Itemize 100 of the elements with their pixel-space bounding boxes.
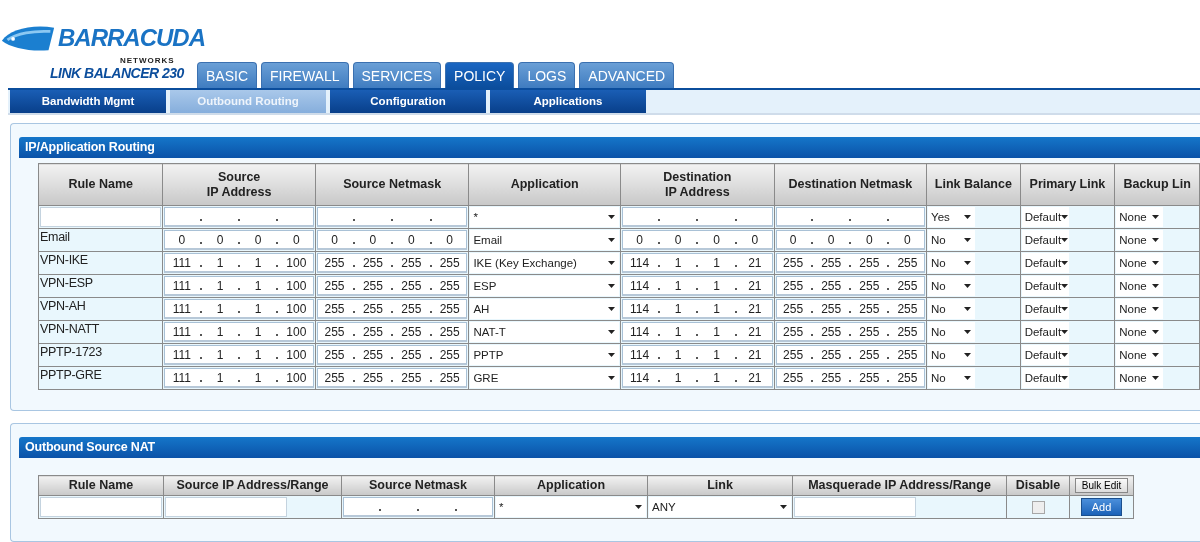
- dropdown[interactable]: None: [1116, 253, 1164, 273]
- ip-address-field[interactable]: 255 255 255 255: [775, 345, 926, 365]
- ip-address-field[interactable]: 255 255 255 255: [775, 322, 926, 342]
- ip-address-field[interactable]: 114 1 1 21: [622, 322, 773, 342]
- dropdown[interactable]: Default: [1021, 276, 1069, 296]
- dropdown[interactable]: NAT-T: [470, 322, 620, 342]
- brand-name: BARRACUDA: [58, 24, 205, 52]
- dropdown[interactable]: Default: [1021, 299, 1069, 319]
- dropdown[interactable]: Default: [1021, 253, 1069, 273]
- caret-icon: [608, 330, 616, 334]
- input-field[interactable]: [40, 207, 162, 227]
- ip-address-field[interactable]: 255 255 255 255: [316, 368, 468, 388]
- checkbox[interactable]: [1031, 500, 1045, 514]
- ip-address-field[interactable]: 111 1 1 100: [164, 345, 314, 365]
- table-cell: VPN-NATT: [38, 320, 163, 344]
- dropdown[interactable]: None: [1116, 276, 1164, 296]
- ip-address-field[interactable]: 114 1 1 21: [622, 299, 773, 319]
- dropdown[interactable]: AH: [470, 299, 620, 319]
- dropdown[interactable]: GRE: [470, 368, 620, 388]
- caret-icon: [1152, 215, 1160, 219]
- nav-tab[interactable]: POLICY: [445, 62, 515, 88]
- caret-icon: [964, 238, 972, 242]
- ip-address-field[interactable]: 111 1 1 100: [164, 276, 314, 296]
- ip-address-field[interactable]: 0 0 0 0: [316, 230, 468, 250]
- ip-address-field[interactable]: 111 1 1 100: [164, 322, 314, 342]
- ip-address-field[interactable]: [164, 207, 314, 227]
- column-header: Source IP Address/Range: [163, 475, 342, 496]
- input-field[interactable]: [40, 497, 162, 517]
- dropdown[interactable]: No: [928, 276, 976, 296]
- dropdown[interactable]: No: [928, 253, 976, 273]
- ip-address-field[interactable]: 255 255 255 255: [316, 253, 468, 273]
- dropdown[interactable]: Default: [1021, 230, 1069, 250]
- ip-address-field[interactable]: 255 255 255 255: [316, 345, 468, 365]
- caret-icon: [1061, 284, 1069, 288]
- ip-address-field[interactable]: [775, 207, 926, 227]
- caret-icon: [964, 353, 972, 357]
- table-cell: VPN-AH: [38, 297, 163, 321]
- ip-address-field[interactable]: 255 255 255 255: [775, 368, 926, 388]
- ip-address-field[interactable]: 111 1 1 100: [164, 368, 314, 388]
- dropdown[interactable]: None: [1116, 299, 1164, 319]
- ip-address-field[interactable]: 255 255 255 255: [775, 253, 926, 273]
- dropdown[interactable]: None: [1116, 322, 1164, 342]
- ip-address-field[interactable]: 111 1 1 100: [164, 253, 314, 273]
- dropdown[interactable]: PPTP: [470, 345, 620, 365]
- ip-address-field[interactable]: 114 1 1 21: [622, 253, 773, 273]
- dropdown[interactable]: None: [1116, 368, 1164, 388]
- dropdown[interactable]: Default: [1021, 368, 1069, 388]
- ip-address-field[interactable]: 255 255 255 255: [775, 299, 926, 319]
- caret-icon: [1061, 238, 1069, 242]
- ip-address-field[interactable]: 255 255 255 255: [775, 276, 926, 296]
- dropdown[interactable]: *: [496, 497, 646, 517]
- ip-address-field[interactable]: 114 1 1 21: [622, 276, 773, 296]
- ip-address-field[interactable]: [343, 497, 493, 517]
- panel-title: IP/Application Routing: [19, 137, 1200, 158]
- panel-title: Outbound Source NAT: [19, 437, 1200, 458]
- sub-tab[interactable]: Applications: [490, 90, 646, 113]
- ip-address-field[interactable]: 111 1 1 100: [164, 299, 314, 319]
- ip-address-field[interactable]: 255 255 255 255: [316, 299, 468, 319]
- dropdown[interactable]: No: [928, 230, 976, 250]
- ip-address-field[interactable]: [622, 207, 773, 227]
- bulk-edit-button[interactable]: Bulk Edit: [1074, 478, 1129, 493]
- add-button[interactable]: Add: [1080, 498, 1123, 516]
- ip-address-field[interactable]: 0 0 0 0: [622, 230, 773, 250]
- caret-icon: [1061, 353, 1069, 357]
- column-header: Masquerade IP Address/Range: [792, 475, 1007, 496]
- sub-tab[interactable]: Bandwidth Mgmt: [10, 90, 166, 113]
- ip-address-field[interactable]: 114 1 1 21: [622, 345, 773, 365]
- ip-address-field[interactable]: 114 1 1 21: [622, 368, 773, 388]
- dropdown[interactable]: Default: [1021, 207, 1069, 227]
- ip-address-field[interactable]: 255 255 255 255: [316, 276, 468, 296]
- ip-address-field[interactable]: 0 0 0 0: [775, 230, 926, 250]
- column-header: Link: [647, 475, 793, 496]
- dropdown[interactable]: None: [1116, 207, 1164, 227]
- dropdown[interactable]: No: [928, 322, 976, 342]
- input-field[interactable]: [165, 497, 287, 517]
- dropdown[interactable]: Default: [1021, 345, 1069, 365]
- dropdown[interactable]: *: [470, 207, 620, 227]
- caret-icon: [964, 284, 972, 288]
- dropdown[interactable]: None: [1116, 230, 1164, 250]
- nav-tab[interactable]: BASIC: [197, 62, 257, 88]
- column-header: Disable: [1006, 475, 1070, 496]
- dropdown[interactable]: ANY: [649, 497, 791, 517]
- dropdown[interactable]: Email: [470, 230, 620, 250]
- table-cell: PPTP-GRE: [38, 366, 163, 390]
- nav-tab[interactable]: LOGS: [518, 62, 576, 88]
- caret-icon: [1152, 353, 1160, 357]
- dropdown[interactable]: Yes: [928, 207, 976, 227]
- dropdown[interactable]: ESP: [470, 276, 620, 296]
- dropdown[interactable]: None: [1116, 345, 1164, 365]
- dropdown[interactable]: IKE (Key Exchange): [470, 253, 620, 273]
- caret-icon: [1152, 284, 1160, 288]
- dropdown[interactable]: No: [928, 368, 976, 388]
- input-field[interactable]: [794, 497, 916, 517]
- dropdown[interactable]: No: [928, 345, 976, 365]
- dropdown[interactable]: No: [928, 299, 976, 319]
- dropdown[interactable]: Default: [1021, 322, 1069, 342]
- sub-tab[interactable]: Configuration: [330, 90, 486, 113]
- ip-address-field[interactable]: 255 255 255 255: [316, 322, 468, 342]
- ip-address-field[interactable]: [316, 207, 468, 227]
- ip-address-field[interactable]: 0 0 0 0: [164, 230, 314, 250]
